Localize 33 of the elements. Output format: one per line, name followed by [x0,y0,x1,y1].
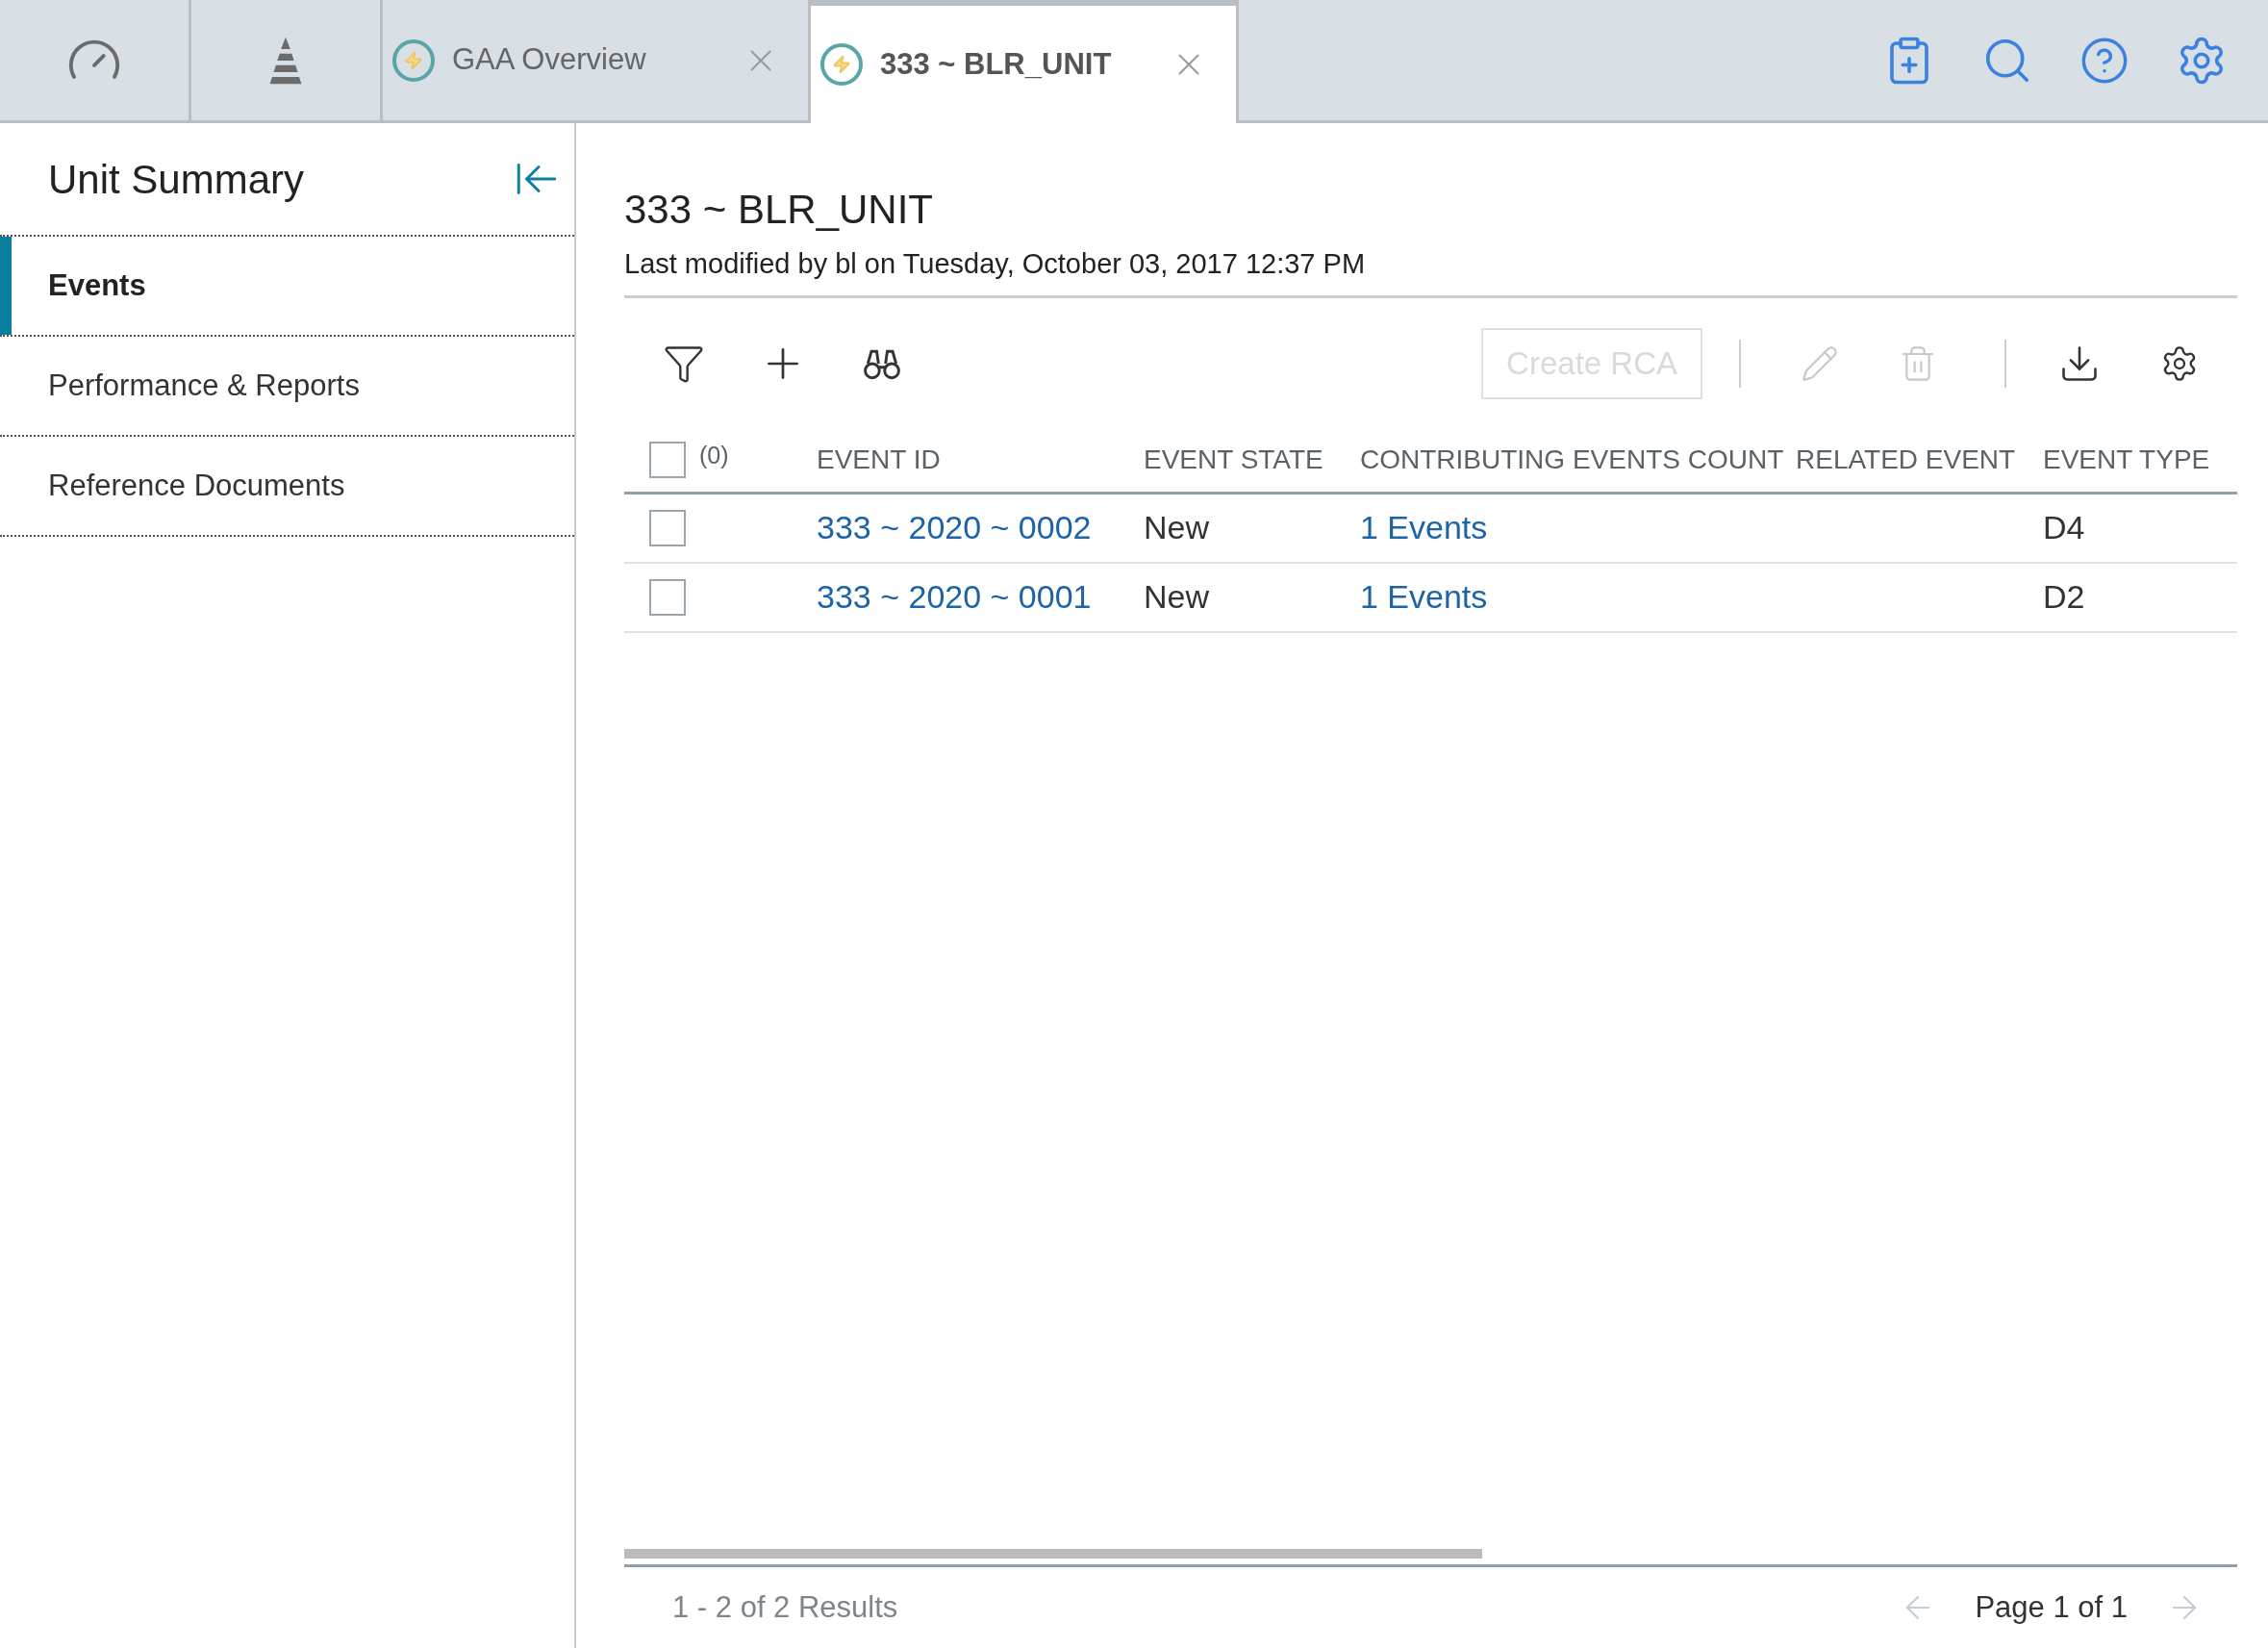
events-count-link[interactable]: 1 Events [1360,503,1796,552]
page-indicator: Page 1 of 1 [1975,1588,2128,1626]
table-cell-text: D2 [2043,577,2086,617]
event-id-link[interactable]: 333 ~ 2020 ~ 0002 [817,503,1144,552]
table-row[interactable]: 333 ~ 2020 ~ 0001 New 1 Events D2 [624,563,2237,633]
tab-label: 333 ~ BLR_UNIT [880,45,1113,83]
column-header[interactable]: CONTRIBUTING EVENTS COUNT [1360,440,1796,480]
selection-count: (0) [699,441,729,470]
tab-label: GAA Overview [452,41,647,79]
sidebar-item[interactable]: Reference Documents [0,437,574,537]
table-cell-text: New [1144,577,1211,617]
column-header[interactable]: EVENT TYPE [2043,440,2216,480]
document-tab[interactable]: 333 ~ BLR_UNIT [811,0,1239,123]
events-count-link[interactable]: 1 Events [1360,572,1796,621]
horizontal-scrollbar[interactable] [624,1549,1482,1559]
column-header[interactable]: EVENT STATE [1144,440,1360,480]
event-id-link[interactable]: 333 ~ 2020 ~ 0001 [817,572,1144,621]
sidebar-item[interactable]: Events [0,237,574,337]
sidebar-title: Unit Summary [48,155,305,204]
last-modified-text: Last modified by bl on Tuesday, October 03, 2017 12:37 PM [624,247,1367,281]
table-cell-text: D4 [2043,508,2086,547]
sidebar-item[interactable]: Performance & Reports [0,337,574,437]
page-title: 333 ~ BLR_UNIT [624,186,934,234]
checkbox[interactable] [649,442,686,478]
table-cell-text: New [1144,508,1211,547]
results-count: 1 - 2 of 2 Results [672,1588,899,1626]
sync-icon [392,38,435,82]
table-row[interactable]: 333 ~ 2020 ~ 0002 New 1 Events D4 [624,494,2237,564]
checkbox[interactable] [649,578,686,616]
column-header[interactable]: RELATED EVENT [1796,440,2043,480]
column-header[interactable]: EVENT ID [817,440,1144,480]
sync-icon [820,43,863,86]
checkbox[interactable] [649,509,686,546]
